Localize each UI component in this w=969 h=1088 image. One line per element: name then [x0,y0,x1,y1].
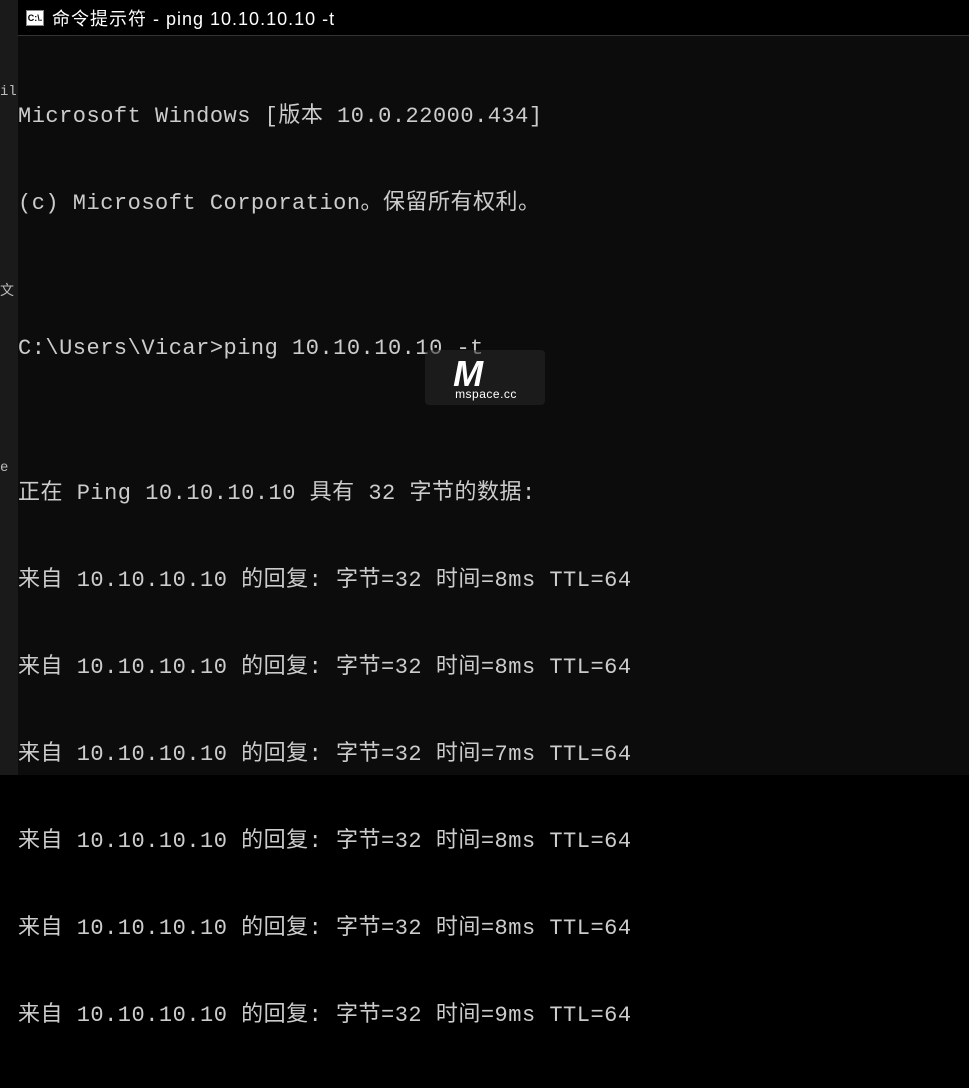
cmd-icon: C:\. [26,10,44,26]
ping-header-line: 正在 Ping 10.10.10.10 具有 32 字节的数据: [18,479,969,508]
ping-reply-line: 来自 10.10.10.10 的回复: 字节=32 时间=7ms TTL=64 [18,740,969,769]
titlebar[interactable]: C:\. 命令提示符 - ping 10.10.10.10 -t [18,0,969,36]
version-line: Microsoft Windows [版本 10.0.22000.434] [18,102,969,131]
terminal-output[interactable]: Microsoft Windows [版本 10.0.22000.434] (c… [18,36,969,1088]
copyright-line: (c) Microsoft Corporation。保留所有权利。 [18,189,969,218]
desktop-left-edge: il 文 e [0,0,18,775]
edge-fragment: 文 [0,280,14,300]
ping-reply-line: 来自 10.10.10.10 的回复: 字节=32 时间=9ms TTL=64 [18,1001,969,1030]
ping-reply-line: 来自 10.10.10.10 的回复: 字节=32 时间=8ms TTL=64 [18,914,969,943]
edge-fragment: il [0,84,17,100]
watermark-sub: mspace.cc [455,388,517,400]
ping-reply-line: 来自 10.10.10.10 的回复: 字节=32 时间=8ms TTL=64 [18,827,969,856]
watermark-logo: M mspace.cc [453,356,517,400]
edge-fragment: e [0,460,8,476]
ping-reply-line: 来自 10.10.10.10 的回复: 字节=32 时间=8ms TTL=64 [18,566,969,595]
watermark: M mspace.cc [425,350,545,405]
ping-reply-line: 来自 10.10.10.10 的回复: 字节=32 时间=8ms TTL=64 [18,653,969,682]
window-title: 命令提示符 - ping 10.10.10.10 -t [52,5,335,31]
